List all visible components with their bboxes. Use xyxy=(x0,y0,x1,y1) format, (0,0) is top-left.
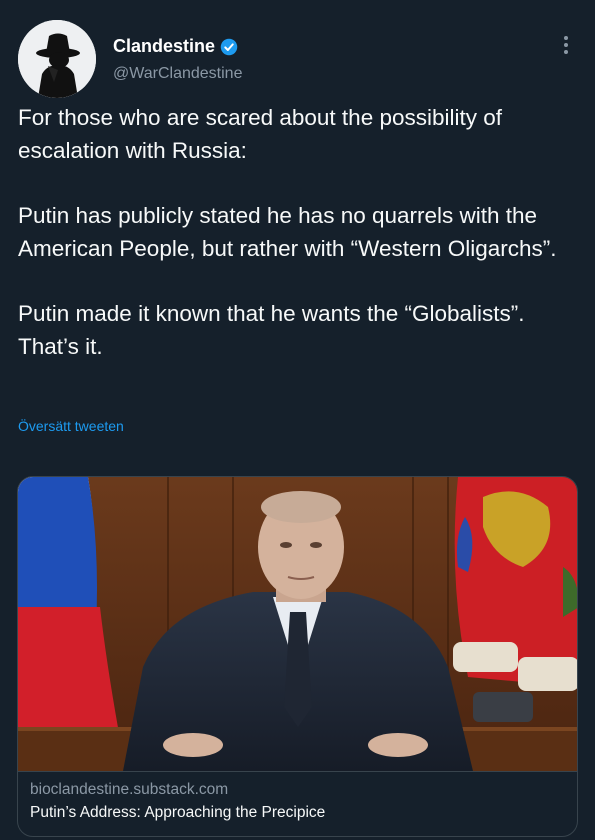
more-options-button[interactable] xyxy=(556,34,576,56)
card-photo[interactable] xyxy=(18,477,577,771)
tweet-paragraph: Putin made it known that he wants the “G… xyxy=(18,301,525,359)
verified-badge-icon xyxy=(220,38,238,55)
avatar[interactable] xyxy=(18,20,96,98)
author-name-row: Clandestine xyxy=(113,36,238,57)
card-meta[interactable]: bioclandestine.substack.com Putin’s Addr… xyxy=(18,771,577,836)
card-title: Putin’s Address: Approaching the Precipi… xyxy=(30,804,326,821)
card-domain: bioclandestine.substack.com xyxy=(30,781,229,798)
tweet-paragraph: For those who are scared about the possi… xyxy=(18,105,503,163)
more-vertical-icon xyxy=(564,36,568,54)
tweet-paragraph: Putin has publicly stated he has no quar… xyxy=(18,203,557,261)
author-handle[interactable]: @WarClandestine xyxy=(113,65,242,83)
tweet-text: For those who are scared about the possi… xyxy=(18,101,578,363)
spy-silhouette-icon xyxy=(18,20,96,98)
link-card[interactable]: bioclandestine.substack.com Putin’s Addr… xyxy=(17,476,578,837)
display-name[interactable]: Clandestine xyxy=(113,36,215,57)
translate-tweet-link[interactable]: Översätt tweeten xyxy=(18,418,124,434)
